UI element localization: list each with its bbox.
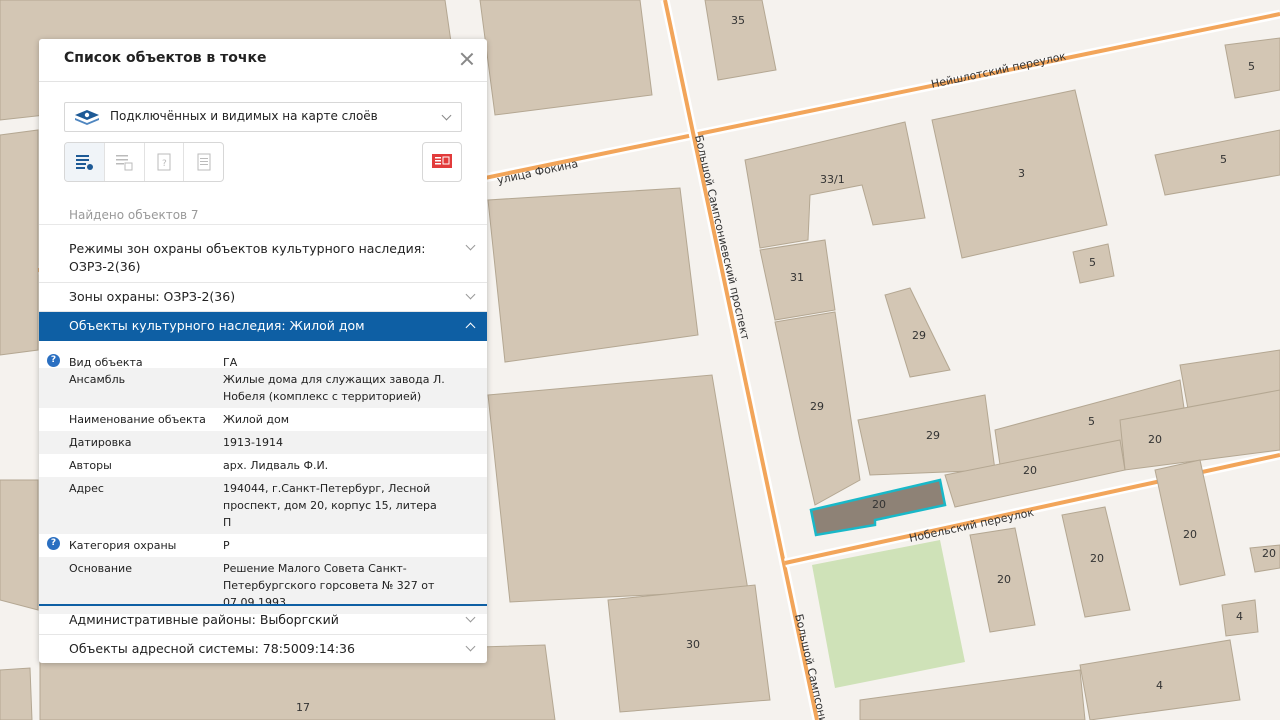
svg-text:?: ? [162, 159, 167, 169]
svg-text:29: 29 [912, 329, 926, 342]
svg-text:29: 29 [810, 400, 824, 413]
pdf-report-icon [432, 154, 452, 168]
svg-text:3: 3 [1018, 167, 1025, 180]
svg-text:20: 20 [1090, 552, 1104, 565]
street-label-neishlot: Нейшлотский переулок [930, 50, 1068, 91]
attribute-row: Наименование объекта Жилой дом [39, 408, 487, 431]
help-icon[interactable]: ? [47, 354, 60, 367]
svg-text:5: 5 [1089, 256, 1096, 269]
attribute-key: Основание [69, 562, 132, 575]
svg-text:31: 31 [790, 271, 804, 284]
panel-header: Список объектов в точке [39, 39, 487, 82]
attribute-value: Р [223, 539, 230, 552]
svg-text:5: 5 [1248, 60, 1255, 73]
attribute-row: Авторы арх. Лидваль Ф.И. [39, 454, 487, 477]
layer-filter-select[interactable]: Подключённых и видимых на карте слоёв [64, 102, 462, 132]
help-icon[interactable]: ? [47, 537, 60, 550]
svg-text:30: 30 [686, 638, 700, 651]
attribute-row: ? Вид объекта ГА [39, 351, 487, 369]
section-address-objects[interactable]: Объекты адресной системы: 78:5009:14:36 [39, 635, 487, 663]
section-admin-districts[interactable]: Административные районы: Выборгский [39, 606, 487, 635]
section-label: Объекты культурного наследия: Жилой дом [69, 318, 365, 333]
attribute-value: Жилые дома для служащих завода Л. Нобеля… [223, 373, 445, 403]
export-report-button[interactable] [422, 142, 462, 182]
attribute-value: 194044, г.Санкт-Петербург, Лесной проспе… [223, 482, 437, 529]
attribute-row: Адрес 194044, г.Санкт-Петербург, Лесной … [39, 477, 487, 534]
section-protection-zones[interactable]: Зоны охраны: ОЗРЗ-2(36) [39, 283, 487, 312]
attribute-key: Ансамбль [69, 373, 126, 386]
svg-text:20: 20 [1023, 464, 1037, 477]
divider [39, 224, 487, 225]
section-label: Объекты адресной системы: 78:5009:14:36 [69, 641, 355, 656]
attribute-value: Жилой дом [223, 413, 290, 426]
attribute-key: Датировка [69, 436, 132, 449]
svg-text:33/1: 33/1 [820, 173, 845, 186]
svg-text:20: 20 [872, 498, 886, 511]
chevron-down-icon [465, 240, 476, 251]
found-count: Найдено объектов 7 [69, 208, 199, 222]
svg-text:17: 17 [296, 701, 310, 714]
attribute-row: ? Категория охраны Р [39, 534, 487, 557]
table-view-button[interactable] [105, 143, 145, 181]
svg-text:20: 20 [1183, 528, 1197, 541]
svg-text:4: 4 [1236, 610, 1243, 623]
close-icon[interactable] [457, 49, 477, 69]
attribute-row: Ансамбль Жилые дома для служащих завода … [39, 368, 487, 408]
table-view-icon [116, 155, 133, 171]
attribute-key: Адрес [69, 482, 104, 495]
layers-icon [75, 110, 99, 125]
svg-text:35: 35 [731, 14, 745, 27]
panel-title: Список объектов в точке [64, 50, 267, 66]
section-label: Зоны охраны: ОЗРЗ-2(36) [69, 289, 236, 304]
svg-text:20: 20 [1148, 433, 1162, 446]
attribute-key: Наименование объекта [69, 413, 206, 426]
svg-text:4: 4 [1156, 679, 1163, 692]
chevron-down-icon [465, 612, 476, 623]
list-view-button[interactable] [65, 143, 105, 181]
svg-text:20: 20 [997, 573, 1011, 586]
svg-text:5: 5 [1088, 415, 1095, 428]
card-view-icon: ? [157, 153, 171, 171]
svg-text:5: 5 [1220, 153, 1227, 166]
park-area [812, 540, 965, 688]
attribute-key: Авторы [69, 459, 112, 472]
view-mode-group: ? [64, 142, 224, 182]
objects-at-point-panel: Список объектов в точке Подключённых и в… [39, 39, 487, 663]
section-ozrz-modes[interactable]: Режимы зон охраны объектов культурного н… [39, 234, 487, 283]
attribute-value: 1913-1914 [223, 436, 283, 449]
chevron-down-icon [465, 641, 476, 652]
svg-text:29: 29 [926, 429, 940, 442]
attribute-key: Категория охраны [69, 539, 177, 552]
attribute-table: ? Вид объекта ГА Ансамбль Жилые дома для… [39, 341, 487, 614]
chevron-up-icon [465, 322, 476, 333]
document-view-icon [197, 153, 211, 171]
street-label-b-samp: Большой Сампсониевский проспект [692, 134, 752, 342]
card-view-button[interactable]: ? [145, 143, 185, 181]
chevron-down-icon [465, 289, 476, 300]
attribute-value: арх. Лидваль Ф.И. [223, 459, 329, 472]
section-label: Административные районы: Выборгский [69, 612, 339, 627]
list-view-icon [76, 155, 94, 170]
layer-filter-value: Подключённых и видимых на карте слоёв [110, 109, 378, 123]
document-view-button[interactable] [184, 143, 223, 181]
attribute-row: Датировка 1913-1914 [39, 431, 487, 454]
svg-text:20: 20 [1262, 547, 1276, 560]
street-label-fokina: улица Фокина [496, 157, 579, 187]
chevron-down-icon [441, 110, 452, 121]
section-label: Режимы зон охраны объектов культурного н… [69, 241, 426, 274]
section-cultural-heritage[interactable]: Объекты культурного наследия: Жилой дом [39, 312, 487, 341]
